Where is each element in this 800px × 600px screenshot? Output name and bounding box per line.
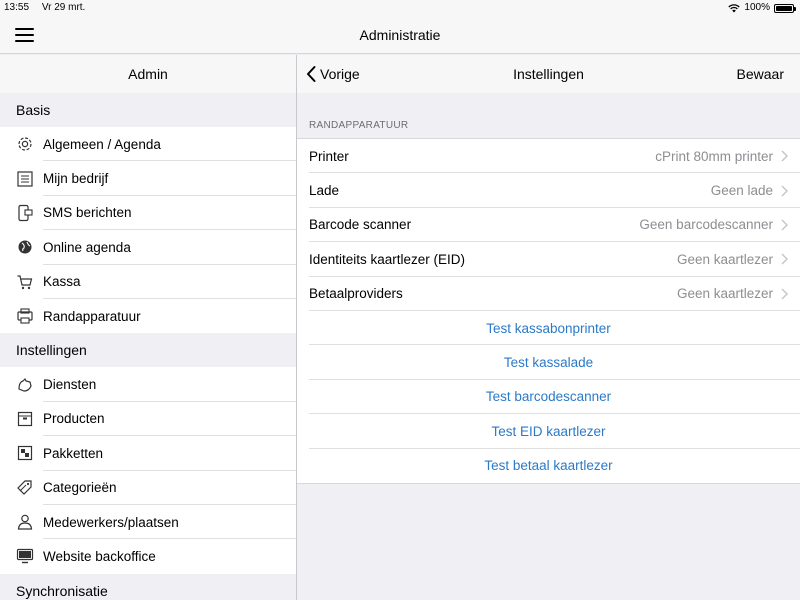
sidebar-item-website-backoffice[interactable]: Website backoffice xyxy=(0,539,296,574)
setting-row-printer[interactable]: Printer cPrint 80mm printer xyxy=(297,139,800,174)
section-header-instellingen: Instellingen xyxy=(0,333,296,368)
globe-icon xyxy=(16,238,34,256)
save-button[interactable]: Bewaar xyxy=(737,55,784,93)
setting-label: Lade xyxy=(309,183,340,199)
sidebar-item-sms[interactable]: SMS berichten xyxy=(0,195,296,231)
chevron-right-icon xyxy=(781,288,788,300)
detail-nav-bar: Vorige Instellingen Bewaar xyxy=(297,55,800,93)
sidebar-item-label: Kassa xyxy=(43,274,81,290)
person-icon xyxy=(16,513,34,531)
sidebar-item-online-agenda[interactable]: Online agenda xyxy=(0,230,296,265)
setting-value: Geen barcodescanner xyxy=(639,217,773,233)
sidebar-item-producten[interactable]: Producten xyxy=(0,401,296,437)
list-icon xyxy=(16,170,34,188)
cart-icon xyxy=(16,273,34,291)
sidebar-item-categorieen[interactable]: Categorieën xyxy=(0,470,296,506)
setting-value: Geen lade xyxy=(710,183,773,199)
setting-label: Printer xyxy=(309,148,349,164)
setting-label: Barcode scanner xyxy=(309,217,412,233)
sidebar-item-medewerkers[interactable]: Medewerkers/plaatsen xyxy=(0,504,296,540)
status-date: Vr 29 mrt. xyxy=(41,2,86,13)
box-icon xyxy=(16,410,34,428)
detail-title: Instellingen xyxy=(513,66,584,82)
sidebar-title: Admin xyxy=(0,55,296,93)
chevron-right-icon xyxy=(781,150,788,162)
sidebar-item-label: Website backoffice xyxy=(43,548,156,564)
battery-icon xyxy=(774,3,796,13)
sidebar-item-diensten[interactable]: Diensten xyxy=(0,367,296,403)
package-icon xyxy=(16,444,34,462)
hand-icon xyxy=(16,376,34,394)
sidebar-item-algemeen[interactable]: Algemeen / Agenda xyxy=(0,127,296,162)
sidebar-item-label: SMS berichten xyxy=(43,205,132,221)
setting-row-payment-providers[interactable]: Betaalproviders Geen kaartlezer xyxy=(297,277,800,312)
test-cash-drawer-button[interactable]: Test kassalade xyxy=(297,345,800,381)
printer-icon xyxy=(16,307,34,325)
sidebar-item-label: Categorieën xyxy=(43,480,117,496)
tags-icon xyxy=(16,479,34,497)
setting-label: Betaalproviders xyxy=(309,286,403,302)
sidebar-item-pakketten[interactable]: Pakketten xyxy=(0,436,296,471)
test-barcode-scanner-button[interactable]: Test barcodescanner xyxy=(297,380,800,415)
sidebar-item-randapparatuur[interactable]: Randapparatuur xyxy=(0,298,296,334)
setting-value: Geen kaartlezer xyxy=(676,286,773,302)
test-eid-reader-button[interactable]: Test EID kaartlezer xyxy=(297,414,800,449)
peripherals-table: Printer cPrint 80mm printer Lade Geen la… xyxy=(297,138,800,484)
sidebar-item-label: Medewerkers/plaatsen xyxy=(43,514,179,530)
chevron-right-icon xyxy=(781,219,788,231)
group-label: RANDAPPARATUUR xyxy=(309,120,409,131)
sidebar: Admin Basis Algemeen / Agenda Mijn bedri… xyxy=(0,55,296,600)
gear-icon xyxy=(16,135,34,153)
detail-pane: Vorige Instellingen Bewaar RANDAPPARATUU… xyxy=(297,55,800,600)
page-title: Administratie xyxy=(359,27,441,43)
status-bar: 13:55 Vr 29 mrt. 100% xyxy=(0,0,800,16)
sms-icon xyxy=(16,204,34,222)
sidebar-item-label: Pakketten xyxy=(43,445,104,461)
setting-label: Identiteits kaartlezer (EID) xyxy=(309,251,466,267)
sidebar-item-label: Online agenda xyxy=(43,239,131,255)
test-receipt-printer-button[interactable]: Test kassabonprinter xyxy=(297,311,800,346)
section-header-synchronisatie: Synchronisatie xyxy=(0,573,296,600)
sidebar-item-label: Randapparatuur xyxy=(43,308,141,324)
monitor-icon xyxy=(16,547,34,565)
setting-value: cPrint 80mm printer xyxy=(655,148,773,164)
battery-percent: 100% xyxy=(744,2,770,13)
chevron-right-icon xyxy=(781,185,788,197)
test-payment-reader-button[interactable]: Test betaal kaartlezer xyxy=(297,449,800,483)
top-nav-bar: Administratie xyxy=(0,16,800,54)
chevron-right-icon xyxy=(781,253,788,265)
sidebar-item-mijn-bedrijf[interactable]: Mijn bedrijf xyxy=(0,161,296,197)
sidebar-item-label: Diensten xyxy=(43,377,97,393)
setting-row-barcode-scanner[interactable]: Barcode scanner Geen barcodescanner xyxy=(297,208,800,243)
setting-row-lade[interactable]: Lade Geen lade xyxy=(297,173,800,209)
wifi-icon xyxy=(728,3,741,12)
setting-value: Geen kaartlezer xyxy=(676,251,773,267)
sidebar-item-label: Mijn bedrijf xyxy=(43,171,109,187)
section-header-basis: Basis xyxy=(0,93,296,127)
sidebar-item-kassa[interactable]: Kassa xyxy=(0,264,296,300)
status-time: 13:55 xyxy=(4,2,30,13)
sidebar-item-label: Algemeen / Agenda xyxy=(43,136,161,152)
sidebar-item-label: Producten xyxy=(43,411,105,427)
setting-row-eid-reader[interactable]: Identiteits kaartlezer (EID) Geen kaartl… xyxy=(297,242,800,277)
